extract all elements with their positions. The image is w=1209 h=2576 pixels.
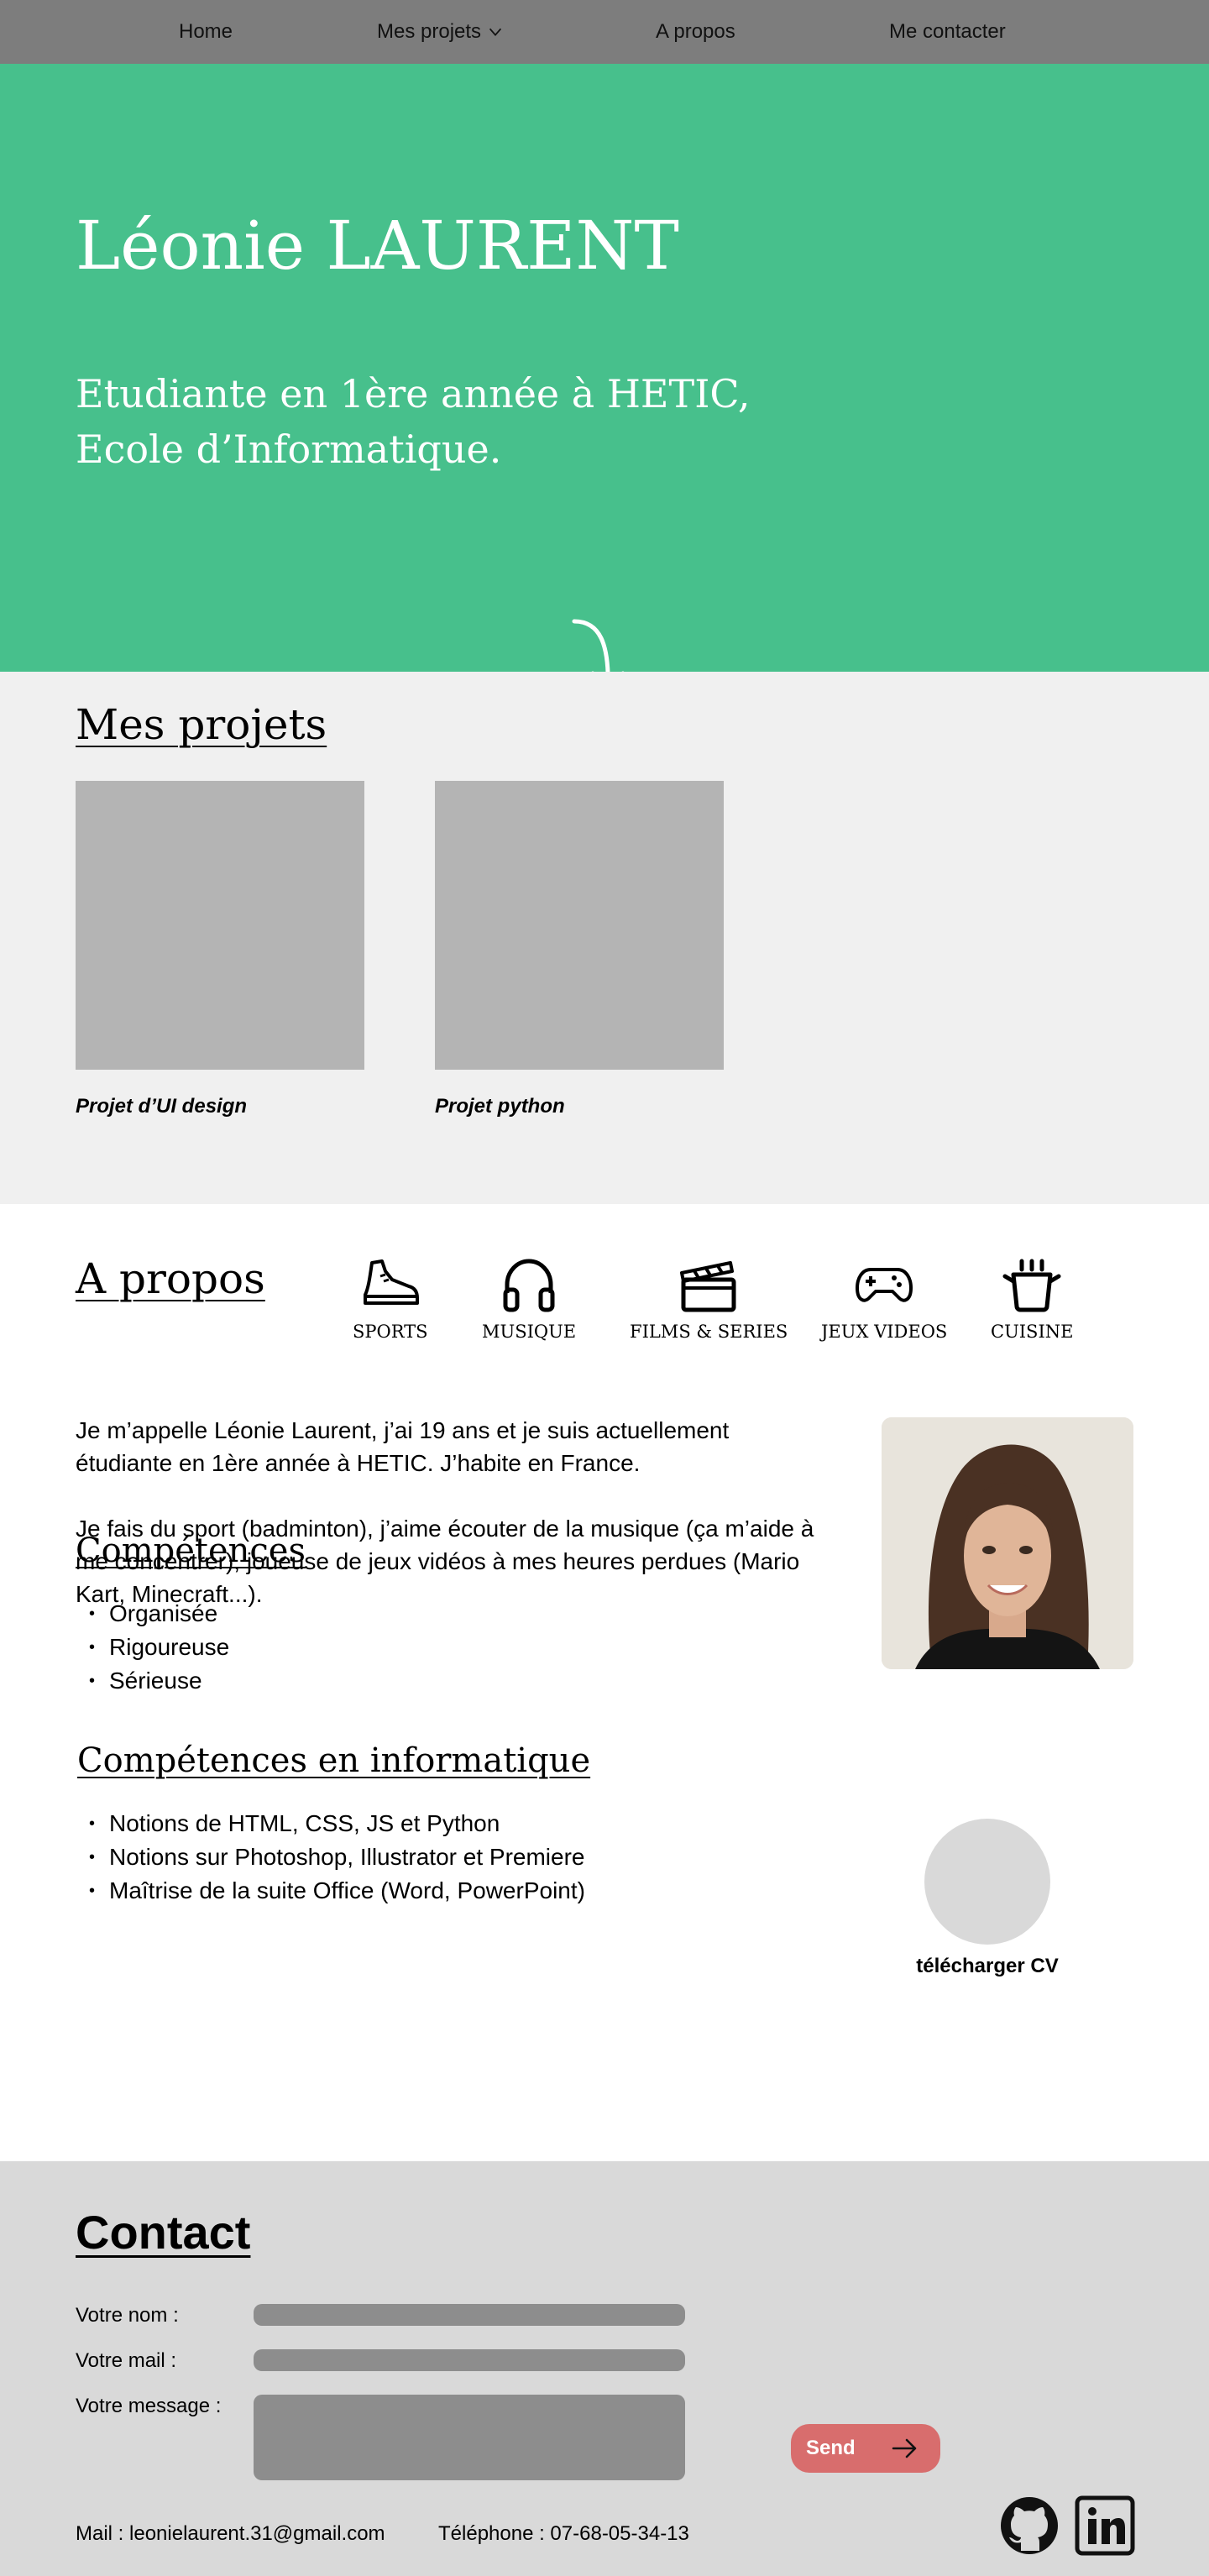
headphones-icon xyxy=(503,1259,555,1312)
list-item: Notions de HTML, CSS, JS et Python xyxy=(76,1807,585,1840)
cooking-pot-icon xyxy=(1002,1259,1061,1312)
nav-home-link[interactable]: Home xyxy=(179,20,233,44)
gamepad-icon xyxy=(856,1268,913,1302)
profile-photo xyxy=(882,1417,1133,1669)
hobby-cooking: CUISINE xyxy=(991,1254,1073,1342)
list-item: Notions sur Photoshop, Illustrator et Pr… xyxy=(76,1840,585,1874)
about-title: A propos xyxy=(76,1254,265,1303)
github-icon[interactable] xyxy=(999,2495,1060,2556)
projects-section: Mes projets Projet d’UI design Projet py… xyxy=(0,672,1209,1204)
project-thumbnail[interactable] xyxy=(76,781,364,1070)
message-textarea[interactable] xyxy=(254,2395,685,2480)
hero-section: Léonie LAURENT Etudiante en 1ère année à… xyxy=(0,64,1209,694)
list-item: Maîtrise de la suite Office (Word, Power… xyxy=(76,1874,585,1908)
name-input[interactable] xyxy=(254,2304,685,2326)
hobby-label: SPORTS xyxy=(353,1322,428,1342)
project-thumbnail[interactable] xyxy=(435,781,724,1070)
contact-email: Mail : leonielaurent.31@gmail.com xyxy=(76,2522,385,2545)
contact-section: Contact Votre nom : Votre mail : Votre m… xyxy=(0,2161,1209,2576)
hobby-label: FILMS & SERIES xyxy=(630,1322,788,1342)
project-caption: Projet d’UI design xyxy=(76,1095,248,1118)
contact-phone: Téléphone : 07-68-05-34-13 xyxy=(438,2522,689,2545)
nav-projects-label: Mes projets xyxy=(377,20,482,43)
top-nav: Home Mes projets A propos Me contacter xyxy=(0,0,1209,64)
hero-tagline-line2: Ecole d’Informatique. xyxy=(76,427,502,472)
send-label: Send xyxy=(806,2437,856,2459)
hero-name: Léonie LAURENT xyxy=(76,207,679,285)
about-section: A propos SPORTS MUSIQUE FILMS & SERIES J… xyxy=(0,1204,1209,2161)
nav-contact-link[interactable]: Me contacter xyxy=(889,20,1006,44)
hobby-label: JEUX VIDEOS xyxy=(821,1322,948,1342)
cv-label: télécharger CV xyxy=(916,1955,1059,1977)
hobby-films: FILMS & SERIES xyxy=(630,1254,788,1342)
bio-paragraph: Je m’appelle Léonie Laurent, j’ai 19 ans… xyxy=(76,1417,730,1476)
hobby-sports: SPORTS xyxy=(353,1254,428,1342)
it-skills-title: Compétences en informatique xyxy=(77,1741,591,1780)
hobby-music: MUSIQUE xyxy=(482,1254,576,1342)
sneaker-icon xyxy=(363,1259,419,1305)
contact-title: Contact xyxy=(76,2206,251,2259)
list-item: Organisée xyxy=(76,1597,229,1631)
list-item: Rigoureuse xyxy=(76,1631,229,1664)
nav-about-link[interactable]: A propos xyxy=(656,20,735,44)
name-label: Votre nom : xyxy=(76,2304,179,2327)
list-item: Sérieuse xyxy=(76,1664,229,1698)
it-skills-list: Notions de HTML, CSS, JS et Python Notio… xyxy=(76,1807,585,1908)
download-cv-button[interactable]: télécharger CV xyxy=(912,1819,1063,1978)
skills-title: Compétences xyxy=(76,1531,306,1570)
mail-label: Votre mail : xyxy=(76,2349,177,2372)
project-caption: Projet python xyxy=(435,1095,565,1118)
skills-list: Organisée Rigoureuse Sérieuse xyxy=(76,1597,229,1698)
cv-download-icon[interactable] xyxy=(924,1819,1050,1945)
email-input[interactable] xyxy=(254,2349,685,2371)
hobby-videogames: JEUX VIDEOS xyxy=(821,1254,947,1342)
hero-tagline-line1: Etudiante en 1ère année à HETIC, xyxy=(76,371,751,416)
hobby-label: MUSIQUE xyxy=(482,1322,577,1342)
arrow-right-icon xyxy=(892,2438,917,2458)
hobby-label: CUISINE xyxy=(991,1322,1074,1342)
chevron-down-icon xyxy=(489,28,502,37)
bio-text: Je m’appelle Léonie Laurent, j’ai 19 ans… xyxy=(76,1414,814,1610)
hero-tagline: Etudiante en 1ère année à HETIC, Ecole d… xyxy=(76,366,831,477)
message-label: Votre message : xyxy=(76,2395,222,2417)
project-card-ui-design[interactable]: Projet d’UI design xyxy=(76,781,364,1118)
clapperboard-icon xyxy=(680,1261,736,1312)
nav-projects-link[interactable]: Mes projets xyxy=(377,20,505,44)
linkedin-icon[interactable] xyxy=(1075,2495,1135,2556)
send-button[interactable]: Send xyxy=(791,2424,940,2473)
project-card-python[interactable]: Projet python xyxy=(435,781,724,1118)
projects-title: Mes projets xyxy=(76,700,327,749)
portrait-image xyxy=(882,1417,1133,1669)
